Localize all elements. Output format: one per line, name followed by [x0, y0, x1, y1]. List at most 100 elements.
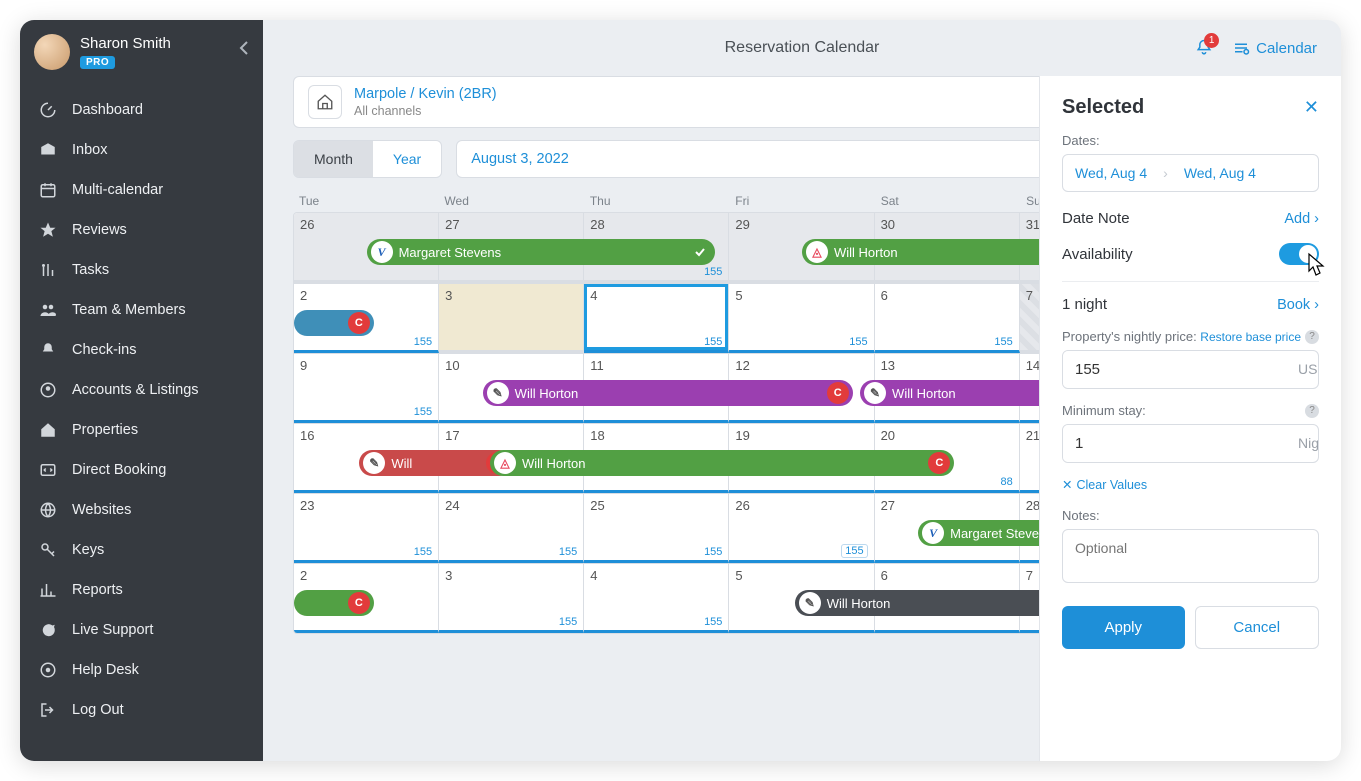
sidebar-item-websites[interactable]: Websites: [20, 490, 263, 530]
price-input[interactable]: [1063, 351, 1286, 388]
sidebar-item-team-members[interactable]: Team & Members: [20, 290, 263, 330]
day-price: 155: [414, 406, 432, 418]
sidebar-item-label: Tasks: [72, 262, 109, 278]
notes-label: Notes:: [1062, 508, 1319, 523]
guest-name: Will Horton: [515, 386, 579, 401]
day-number: 5: [735, 288, 742, 303]
gauge-icon: [38, 100, 58, 120]
sidebar-item-reports[interactable]: Reports: [20, 570, 263, 610]
day-number: 12: [735, 358, 749, 373]
sidebar-item-label: Accounts & Listings: [72, 382, 199, 398]
calendar-cell[interactable]: 4155: [584, 284, 729, 353]
restore-price-link[interactable]: Restore base price?: [1200, 330, 1319, 344]
date-end: Wed, Aug 4: [1184, 165, 1256, 181]
sidebar-item-properties[interactable]: Properties: [20, 410, 263, 450]
price-currency: USD: [1286, 351, 1319, 388]
minstay-input[interactable]: [1063, 425, 1286, 462]
calendar-cell[interactable]: 4155: [584, 564, 729, 633]
availability-toggle[interactable]: [1279, 243, 1319, 265]
sidebar-item-multi-calendar[interactable]: Multi-calendar: [20, 170, 263, 210]
nights-label: 1 night: [1062, 296, 1107, 313]
sidebar-item-dashboard[interactable]: Dashboard: [20, 90, 263, 130]
user-circle-icon: [38, 380, 58, 400]
calendar-cell[interactable]: 9155: [294, 354, 439, 423]
cancel-button[interactable]: Cancel: [1195, 606, 1320, 649]
sidebar-item-label: Help Desk: [72, 662, 139, 678]
notes-input[interactable]: [1062, 529, 1319, 583]
day-number: 3: [445, 288, 452, 303]
sidebar-item-reviews[interactable]: Reviews: [20, 210, 263, 250]
day-number: 17: [445, 428, 459, 443]
calendar-cell[interactable]: 26 155: [729, 494, 874, 563]
sidebar-item-check-ins[interactable]: Check-ins: [20, 330, 263, 370]
calendar-cell[interactable]: 25155: [584, 494, 729, 563]
apply-button[interactable]: Apply: [1062, 606, 1185, 649]
sidebar-collapse-button[interactable]: [239, 40, 249, 56]
sidebar-item-inbox[interactable]: Inbox: [20, 130, 263, 170]
day-number: 25: [590, 498, 604, 513]
chevron-right-icon: ›: [1163, 165, 1168, 181]
day-price: 155: [559, 546, 577, 558]
notifications-button[interactable]: 1: [1194, 38, 1214, 58]
clear-values-link[interactable]: ✕Clear Values: [1062, 477, 1319, 492]
day-number: 29: [735, 217, 749, 232]
guest-name: Margaret Stevens: [950, 526, 1053, 541]
calendar-cell[interactable]: 3: [439, 284, 584, 353]
app-shell: Sharon Smith PRO DashboardInboxMulti-cal…: [20, 20, 1341, 761]
sidebar-item-label: Direct Booking: [72, 462, 166, 478]
calendar-link[interactable]: Calendar: [1232, 39, 1317, 57]
calendar-cell[interactable]: 3155: [439, 564, 584, 633]
close-icon[interactable]: ✕: [1304, 97, 1319, 118]
reservation-pill[interactable]: ◬Will HortonC: [490, 450, 954, 476]
sidebar-item-help-desk[interactable]: Help Desk: [20, 650, 263, 690]
sidebar-item-keys[interactable]: Keys: [20, 530, 263, 570]
status-badge: C: [928, 452, 950, 474]
sidebar-item-label: Check-ins: [72, 342, 136, 358]
sidebar-item-label: Live Support: [72, 622, 153, 638]
sidebar-item-log-out[interactable]: Log Out: [20, 690, 263, 730]
status-badge: C: [348, 312, 370, 334]
day-number: 23: [300, 498, 314, 513]
day-number: 19: [735, 428, 749, 443]
minstay-unit: Nights: [1286, 425, 1319, 462]
reservation-pill[interactable]: C: [294, 310, 374, 336]
reservation-pill[interactable]: ✎WillC: [359, 450, 511, 476]
guest-name: Will Horton: [892, 386, 956, 401]
calendar-cell[interactable]: 5155: [729, 284, 874, 353]
day-price: 155: [704, 336, 722, 348]
reservation-pill[interactable]: VMargaret Stevens: [367, 239, 715, 265]
chat-icon: [38, 620, 58, 640]
book-link[interactable]: Book›: [1277, 297, 1319, 313]
sidebar-item-direct-booking[interactable]: Direct Booking: [20, 450, 263, 490]
date-range-picker[interactable]: Wed, Aug 4 › Wed, Aug 4: [1062, 154, 1319, 192]
day-price: 155: [841, 544, 867, 558]
calendar-cell[interactable]: 6155: [875, 284, 1020, 353]
sidebar-item-tasks[interactable]: Tasks: [20, 250, 263, 290]
calendar-cell[interactable]: 24155: [439, 494, 584, 563]
month-tab[interactable]: Month: [294, 141, 373, 177]
day-number: 28: [590, 217, 604, 232]
sidebar-item-accounts-listings[interactable]: Accounts & Listings: [20, 370, 263, 410]
status-badge: C: [348, 592, 370, 614]
add-note-link[interactable]: Add›: [1284, 211, 1319, 227]
calendar-cell[interactable]: 23155: [294, 494, 439, 563]
day-number: 11: [590, 358, 604, 373]
reservation-pill[interactable]: C: [294, 590, 374, 616]
guest-name: Margaret Stevens: [399, 245, 502, 260]
avatar[interactable]: [34, 34, 70, 70]
day-number: 2: [300, 288, 307, 303]
day-number: 26: [735, 498, 749, 513]
year-tab[interactable]: Year: [373, 141, 441, 177]
day-number: 27: [445, 217, 459, 232]
dow-label: Tue: [293, 194, 438, 208]
dow-label: Fri: [729, 194, 874, 208]
sidebar-item-label: Keys: [72, 542, 104, 558]
guest-name: Will Horton: [827, 596, 891, 611]
minstay-label: Minimum stay:: [1062, 403, 1146, 418]
reservation-pill[interactable]: ✎Will HortonC: [483, 380, 853, 406]
sidebar-item-live-support[interactable]: Live Support: [20, 610, 263, 650]
day-price: 155: [704, 266, 722, 278]
day-number: 30: [881, 217, 895, 232]
day-number: 10: [445, 358, 459, 373]
nav-list: DashboardInboxMulti-calendarReviews Tasks…: [20, 84, 263, 736]
